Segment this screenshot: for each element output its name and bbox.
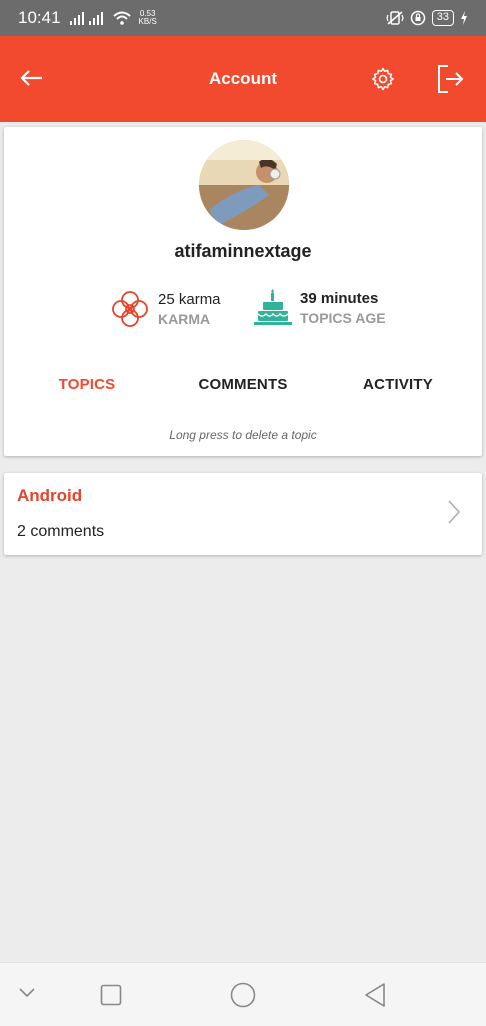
- network-speed-unit: KB/S: [138, 17, 157, 26]
- signal-icon: [69, 12, 103, 25]
- topic-list-item[interactable]: Android 2 comments: [4, 473, 482, 555]
- avatar-photo: [199, 140, 289, 230]
- tab-topics[interactable]: TOPICS: [27, 376, 147, 393]
- lock-rotation-icon: [410, 10, 425, 26]
- topics-age-stat: 39 minutes TOPICS AGE: [254, 289, 386, 327]
- logout-icon[interactable]: [436, 64, 464, 94]
- battery-indicator: 33: [431, 10, 454, 26]
- username: atifaminnextage: [174, 241, 312, 261]
- gear-icon[interactable]: [371, 67, 395, 91]
- chevron-right-icon: [448, 500, 461, 524]
- avatar[interactable]: [199, 140, 289, 230]
- wifi-icon: [112, 11, 131, 25]
- cake-icon: [254, 289, 292, 325]
- status-bar: 10:41 0.53 KB/S 33: [0, 0, 486, 36]
- karma-stat: 25 karma KARMA: [110, 289, 221, 329]
- chevron-down-icon[interactable]: [18, 987, 36, 999]
- app-bar: Account: [0, 36, 486, 122]
- tab-activity[interactable]: ACTIVITY: [338, 376, 458, 393]
- karma-value: 25 karma: [158, 291, 221, 308]
- topic-comment-count: 2 comments: [17, 523, 105, 540]
- topics-age-label: TOPICS AGE: [300, 310, 386, 326]
- recent-apps-icon[interactable]: [100, 984, 122, 1006]
- back-triangle-icon[interactable]: [364, 982, 386, 1008]
- status-time: 10:41: [18, 8, 61, 27]
- system-nav-bar: [0, 962, 486, 1026]
- topic-name: Android: [17, 486, 83, 505]
- profile-tabs: TOPICS COMMENTS ACTIVITY: [4, 376, 482, 396]
- network-speed: 0.53 KB/S: [139, 10, 157, 26]
- vibrate-icon: [386, 11, 404, 25]
- delete-hint: Long press to delete a topic: [169, 428, 317, 442]
- page-title: Account: [209, 69, 277, 88]
- karma-label: KARMA: [158, 311, 211, 327]
- profile-card: atifaminnextage 25 karma KARMA 39 minute…: [4, 127, 482, 456]
- flower-icon: [112, 291, 148, 327]
- charging-icon: [461, 11, 467, 25]
- topics-age-value: 39 minutes: [300, 290, 379, 307]
- home-icon[interactable]: [230, 982, 256, 1008]
- tab-comments[interactable]: COMMENTS: [183, 376, 303, 393]
